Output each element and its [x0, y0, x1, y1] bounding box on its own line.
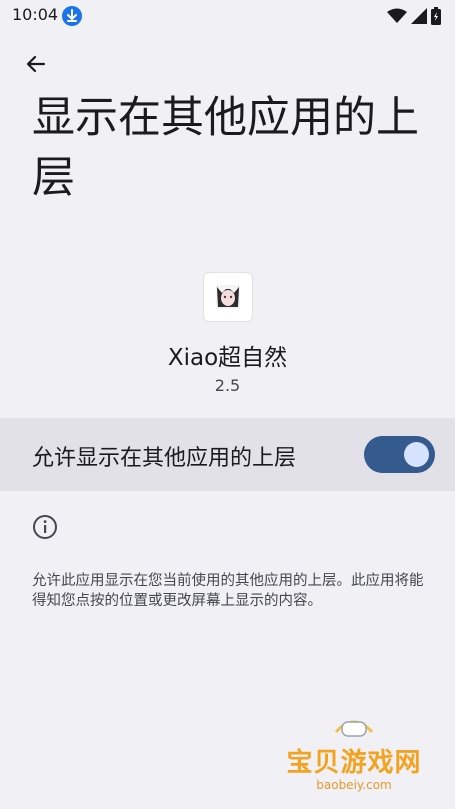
app-version: 2.5: [214, 376, 241, 395]
status-bar: 10:04: [0, 0, 455, 32]
back-button[interactable]: [14, 46, 58, 86]
watermark-url: baobeiy.com: [316, 778, 392, 792]
status-time: 10:04: [12, 5, 59, 24]
watermark-text: 宝贝游戏网: [286, 748, 422, 778]
switch-thumb: [404, 442, 429, 467]
download-icon: [62, 6, 82, 26]
arrow-back-icon: [24, 52, 48, 80]
battery-icon: [431, 7, 441, 29]
permission-toggle-row[interactable]: 允许显示在其他应用的上层: [0, 418, 455, 491]
permission-label: 允许显示在其他应用的上层: [32, 446, 297, 471]
permission-description: 允许此应用显示在您当前使用的其他应用的上层。此应用将能得知您点按的位置或更改屏幕…: [32, 573, 424, 609]
permission-switch[interactable]: [364, 436, 435, 473]
info-icon: [32, 514, 58, 540]
cell-signal-icon: [411, 8, 427, 28]
app-icon: [203, 272, 253, 322]
status-icons: [387, 7, 441, 29]
watermark-logo: 宝贝游戏网 baobeiy.com: [280, 716, 428, 806]
app-name: Xiao超自然: [167, 345, 288, 371]
wifi-icon: [387, 8, 407, 28]
page-title: 显示在其他应用的上层: [32, 93, 419, 203]
